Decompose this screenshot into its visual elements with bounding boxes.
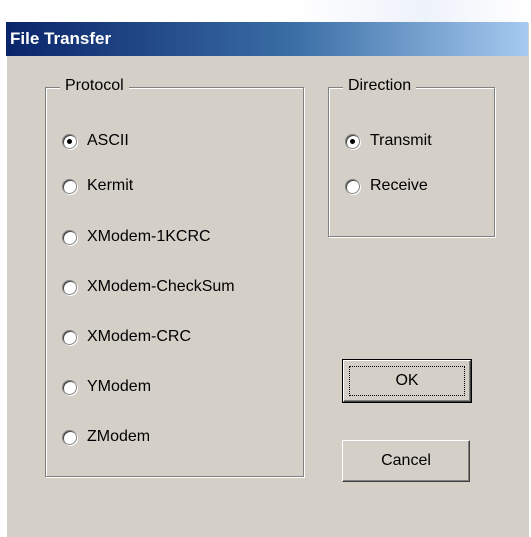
window-title: File Transfer (10, 29, 112, 48)
protocol-group: Protocol ASCII Kermit XModem-1KCRC XMode… (45, 77, 304, 477)
protocol-option-label: XModem-CheckSum (87, 278, 235, 295)
radio-button[interactable] (62, 279, 77, 295)
direction-group-label: Direction (343, 77, 417, 95)
protocol-option-label: YModem (87, 378, 152, 395)
protocol-option-xmodem-1kcrc[interactable]: XModem-1KCRC (62, 226, 211, 248)
radio-button[interactable] (62, 379, 77, 395)
radio-button[interactable] (62, 229, 77, 245)
protocol-option-label: ZModem (87, 428, 151, 445)
cancel-button-label: Cancel (381, 452, 431, 469)
direction-option-transmit[interactable]: Transmit (345, 130, 432, 152)
protocol-option-zmodem[interactable]: ZModem (62, 426, 150, 448)
radio-button[interactable] (62, 178, 77, 194)
protocol-option-ascii[interactable]: ASCII (62, 130, 129, 152)
direction-option-label: Transmit (370, 132, 432, 149)
protocol-option-kermit[interactable]: Kermit (62, 175, 133, 197)
protocol-option-ymodem[interactable]: YModem (62, 376, 151, 398)
direction-group: Direction Transmit Receive (328, 77, 495, 237)
protocol-option-label: XModem-CRC (87, 328, 192, 345)
radio-button[interactable] (62, 429, 77, 445)
title-bar[interactable]: File Transfer (6, 22, 528, 56)
direction-option-receive[interactable]: Receive (345, 175, 428, 197)
radio-button-checked[interactable] (345, 133, 360, 149)
radio-dot (67, 138, 72, 144)
protocol-option-label: Kermit (87, 177, 134, 194)
protocol-option-label: ASCII (87, 132, 129, 149)
radio-button-checked[interactable] (62, 133, 77, 149)
radio-button[interactable] (345, 178, 360, 194)
radio-dot (350, 138, 355, 144)
protocol-option-label: XModem-1KCRC (87, 228, 211, 245)
radio-button[interactable] (62, 329, 77, 345)
protocol-option-xmodem-checksum[interactable]: XModem-CheckSum (62, 276, 235, 298)
protocol-option-xmodem-crc[interactable]: XModem-CRC (62, 326, 191, 348)
ok-button-label: OK (395, 372, 419, 389)
cancel-button[interactable]: Cancel (342, 440, 470, 482)
ok-button[interactable]: OK (342, 359, 472, 403)
direction-option-label: Receive (370, 177, 428, 194)
protocol-group-label: Protocol (60, 77, 129, 95)
